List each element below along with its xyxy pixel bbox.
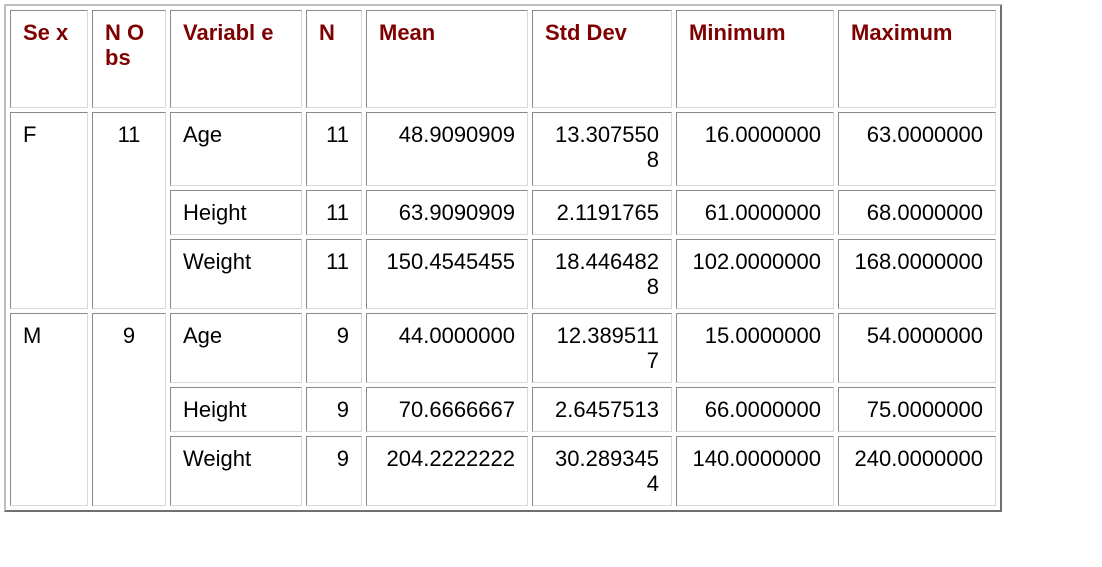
minimum-cell: 61.0000000 bbox=[676, 190, 834, 235]
mean-cell: 44.0000000 bbox=[366, 313, 528, 383]
maximum-cell: 168.0000000 bbox=[838, 239, 996, 309]
nobs-cell: 9 bbox=[92, 313, 166, 506]
nobs-cell: 11 bbox=[92, 112, 166, 309]
maximum-cell: 63.0000000 bbox=[838, 112, 996, 186]
variable-cell: Age bbox=[170, 313, 302, 383]
header-variable: Variabl e bbox=[170, 10, 302, 108]
maximum-cell: 68.0000000 bbox=[838, 190, 996, 235]
table-row: M 9 Age 9 44.0000000 12.3895117 15.00000… bbox=[10, 313, 996, 506]
minimum-cell: 16.0000000 bbox=[676, 112, 834, 186]
std-dev-cell: 2.1191765 bbox=[532, 190, 672, 235]
variable-cell: Height bbox=[170, 190, 302, 235]
mean-cell: 204.2222222 bbox=[366, 436, 528, 506]
maximum-cell: 240.0000000 bbox=[838, 436, 996, 506]
variable-cell: Weight bbox=[170, 239, 302, 309]
n-cell: 9 bbox=[306, 436, 362, 506]
mean-cell: 70.6666667 bbox=[366, 387, 528, 432]
table-row: F 11 Age 11 48.9090909 13.3075508 16.000… bbox=[10, 112, 996, 309]
maximum-cell: 75.0000000 bbox=[838, 387, 996, 432]
mean-cell: 63.9090909 bbox=[366, 190, 528, 235]
mean-cell: 48.9090909 bbox=[366, 112, 528, 186]
summary-statistics-table: Se x N O bs Variabl e N Mean Std Dev Min… bbox=[4, 4, 1002, 512]
minimum-cell: 66.0000000 bbox=[676, 387, 834, 432]
maximum-cell: 54.0000000 bbox=[838, 313, 996, 383]
header-minimum: Minimum bbox=[676, 10, 834, 108]
n-cell: 11 bbox=[306, 239, 362, 309]
n-cell: 9 bbox=[306, 387, 362, 432]
minimum-cell: 140.0000000 bbox=[676, 436, 834, 506]
minimum-cell: 102.0000000 bbox=[676, 239, 834, 309]
variable-cell: Age bbox=[170, 112, 302, 186]
std-dev-cell: 2.6457513 bbox=[532, 387, 672, 432]
header-row: Se x N O bs Variabl e N Mean Std Dev Min… bbox=[10, 10, 996, 108]
header-nobs: N O bs bbox=[92, 10, 166, 108]
header-n: N bbox=[306, 10, 362, 108]
header-std-dev: Std Dev bbox=[532, 10, 672, 108]
std-dev-cell: 30.2893454 bbox=[532, 436, 672, 506]
header-mean: Mean bbox=[366, 10, 528, 108]
mean-cell: 150.4545455 bbox=[366, 239, 528, 309]
sex-cell: M bbox=[10, 313, 88, 506]
std-dev-cell: 13.3075508 bbox=[532, 112, 672, 186]
variable-cell: Height bbox=[170, 387, 302, 432]
n-cell: 11 bbox=[306, 112, 362, 186]
n-cell: 11 bbox=[306, 190, 362, 235]
std-dev-cell: 18.4464828 bbox=[532, 239, 672, 309]
minimum-cell: 15.0000000 bbox=[676, 313, 834, 383]
sex-cell: F bbox=[10, 112, 88, 309]
n-cell: 9 bbox=[306, 313, 362, 383]
std-dev-cell: 12.3895117 bbox=[532, 313, 672, 383]
header-maximum: Maximum bbox=[838, 10, 996, 108]
variable-cell: Weight bbox=[170, 436, 302, 506]
header-sex: Se x bbox=[10, 10, 88, 108]
